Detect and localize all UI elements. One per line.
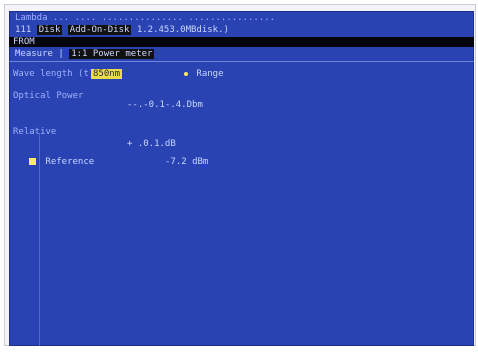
range-item[interactable]: Range: [184, 69, 224, 79]
header-line-1: Lambda ... .... ............... ........…: [15, 13, 474, 23]
tab-disk[interactable]: Disk: [36, 25, 63, 35]
terminal-screen: Lambda ... .... ............... ........…: [9, 11, 474, 346]
reference-square-icon: [29, 158, 36, 165]
wave-length-value[interactable]: 850nm: [91, 69, 123, 79]
reference-value: -7.2 dBm: [165, 157, 209, 167]
relative-value: + .0.1.dB: [127, 139, 176, 149]
wave-length-input[interactable]: 850nm: [91, 69, 123, 79]
optical-power-label: Optical Power: [13, 91, 84, 101]
header-line-1-text: Lambda ... .... ............... ........…: [15, 13, 276, 23]
header-line-4-sep: |: [58, 49, 64, 59]
tab-add-on-disk[interactable]: Add-On-Disk: [67, 25, 132, 35]
range-label: Range: [196, 69, 224, 79]
relative-label: Relative: [13, 127, 57, 137]
range-dot-icon: [184, 71, 188, 76]
header-line-4-prefix: Measure: [15, 49, 53, 59]
optical-power-value: --.-0.1-.4.Dbm: [127, 100, 203, 110]
power-meter-box[interactable]: 1:1 Power meter: [69, 49, 155, 59]
header-line-2: 111 Disk Add-On-Disk 1.2.453.0MBdisk.): [15, 25, 474, 35]
header-line-3: FROM: [9, 37, 474, 47]
header-line-2-info: 1.2.453.0MBdisk.): [136, 25, 229, 35]
header-line-2-prefix: 111: [15, 25, 32, 35]
header-line-3-text: FROM: [13, 37, 35, 47]
left-vertical-divider: [39, 133, 40, 346]
header-divider: [9, 61, 474, 62]
reference-label: Reference: [45, 157, 95, 167]
wave-length-label: Wave length (t): [13, 69, 95, 79]
header-line-4: Measure | 1:1 Power meter: [15, 49, 474, 59]
